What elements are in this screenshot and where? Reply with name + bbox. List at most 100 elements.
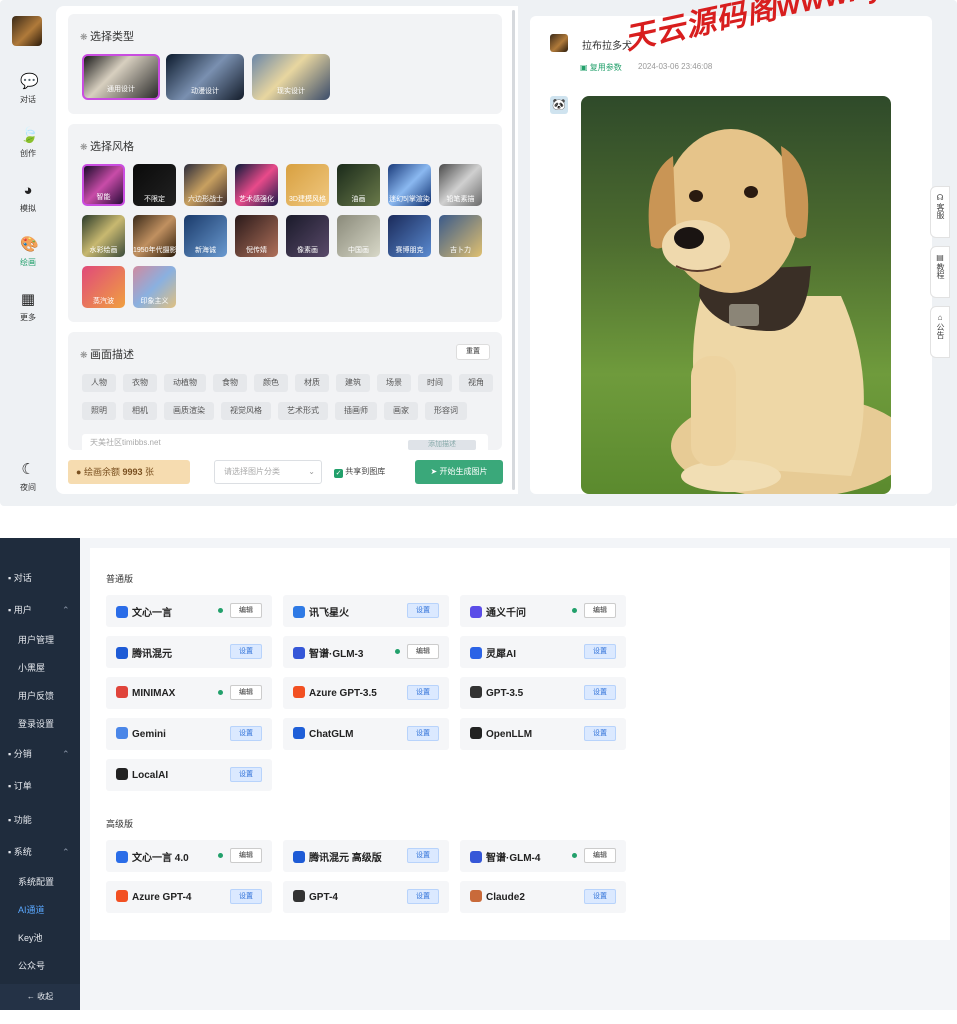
settings-button[interactable]: 设置 xyxy=(584,685,616,700)
description-tag[interactable]: 照明 xyxy=(82,402,116,420)
generate-image-button[interactable]: ➤ 开始生成图片 xyxy=(415,460,503,484)
description-tag[interactable]: 衣物 xyxy=(123,374,157,392)
customer-service-tab[interactable]: ☊ 客服 xyxy=(930,186,950,238)
edit-button[interactable]: 编辑 xyxy=(407,644,439,659)
settings-button[interactable]: 设置 xyxy=(407,685,439,700)
type-card-real[interactable]: 现实设计 xyxy=(252,54,330,100)
admin-nav-item[interactable]: 公众号 xyxy=(18,958,45,974)
admin-nav-item[interactable]: ▪ 系统 ⌃ xyxy=(8,844,70,860)
nav-create[interactable]: 🍃 创作 xyxy=(0,128,56,159)
settings-button[interactable]: 设置 xyxy=(584,889,616,904)
description-tag[interactable]: 画家 xyxy=(384,402,418,420)
type-card-anime[interactable]: 动漫设计 xyxy=(166,54,244,100)
admin-nav-item[interactable]: ▪ 对话 xyxy=(8,570,32,586)
description-tag[interactable]: 艺术形式 xyxy=(278,402,328,420)
admin-nav-item[interactable]: 系统配置 xyxy=(18,874,54,890)
style-card[interactable]: 赛博朋克 xyxy=(388,215,431,257)
style-card[interactable]: 不限定 xyxy=(133,164,176,206)
user-avatar[interactable] xyxy=(12,16,42,46)
settings-button[interactable]: 设置 xyxy=(230,767,262,782)
description-tag[interactable]: 时间 xyxy=(418,374,452,392)
style-card[interactable]: 3D建模风格 xyxy=(286,164,329,206)
nav-more[interactable]: ▦ 更多 xyxy=(0,292,56,323)
style-card[interactable]: 吉卜力 xyxy=(439,215,482,257)
description-tag[interactable]: 视角 xyxy=(459,374,493,392)
status-dot xyxy=(572,853,577,858)
style-card[interactable]: 新海诚 xyxy=(184,215,227,257)
admin-nav-item[interactable]: 小黑屋 xyxy=(18,660,45,676)
admin-nav-item[interactable]: 登录设置 xyxy=(18,716,54,732)
description-tag[interactable]: 视觉风格 xyxy=(221,402,271,420)
description-tag[interactable]: 形容词 xyxy=(425,402,467,420)
model-name: GPT-4 xyxy=(293,890,338,903)
settings-button[interactable]: 设置 xyxy=(230,644,262,659)
category-select[interactable]: 请选择图片分类 ⌄ xyxy=(214,460,322,484)
description-tag[interactable]: 相机 xyxy=(123,402,157,420)
reuse-params-link[interactable]: ▣ 复用参数 xyxy=(580,62,622,73)
nav-night-mode[interactable]: ☾ 夜间 xyxy=(0,462,56,493)
style-card[interactable]: 水彩绘画 xyxy=(82,215,125,257)
admin-nav-item[interactable]: ▪ 用户 ⌃ xyxy=(8,602,70,618)
style-card[interactable]: 智能 xyxy=(82,164,125,206)
collapse-button[interactable]: ← 收起 xyxy=(0,984,80,1010)
settings-button[interactable]: 设置 xyxy=(407,889,439,904)
style-section: 选择风格 智能不限定六边形战士艺术感强化3D建模风格油画迷幻5|掌渲染铅笔素描水… xyxy=(68,124,502,322)
edit-button[interactable]: 编辑 xyxy=(230,848,262,863)
admin-sidebar: ▪ 对话 ▪ 用户 ⌃ 用户管理小黑屋用户反馈登录设置 ▪ 分销 ⌃ ▪ 订单 ▪ 功能 ▪… xyxy=(0,538,80,1010)
nav-simulate[interactable]: ◕ 模拟 xyxy=(0,183,56,214)
edit-button[interactable]: 编辑 xyxy=(584,603,616,618)
style-card[interactable]: 中国画 xyxy=(337,215,380,257)
style-card[interactable]: 蒸汽波 xyxy=(82,266,125,308)
reset-button[interactable]: 重置 xyxy=(456,344,490,360)
model-logo-icon xyxy=(116,686,128,698)
tutorial-tab[interactable]: ▤ 教程 xyxy=(930,246,950,298)
announcement-tab[interactable]: ⌂ 公告 xyxy=(930,306,950,358)
description-tag[interactable]: 画质渲染 xyxy=(164,402,214,420)
admin-nav-item[interactable]: ▪ 订单 xyxy=(8,778,32,794)
edit-button[interactable]: 编辑 xyxy=(230,685,262,700)
admin-nav-item[interactable]: ▪ 分销 ⌃ xyxy=(8,746,70,762)
style-card[interactable]: 艺术感强化 xyxy=(235,164,278,206)
settings-button[interactable]: 设置 xyxy=(584,644,616,659)
nav-draw[interactable]: 🎨 绘画 xyxy=(0,237,56,268)
edit-button[interactable]: 编辑 xyxy=(584,848,616,863)
style-card[interactable]: 像素画 xyxy=(286,215,329,257)
admin-nav-item[interactable]: ▪ 功能 xyxy=(8,812,32,828)
generated-dog-image[interactable] xyxy=(581,96,891,494)
send-icon: ➤ xyxy=(430,467,438,476)
description-input[interactable]: 天美社区timibbs.net 添加描述 xyxy=(82,434,488,450)
description-tag[interactable]: 插画师 xyxy=(335,402,377,420)
settings-button[interactable]: 设置 xyxy=(584,726,616,741)
style-card[interactable]: 六边形战士 xyxy=(184,164,227,206)
description-tag[interactable]: 建筑 xyxy=(336,374,370,392)
settings-button[interactable]: 设置 xyxy=(407,848,439,863)
style-card[interactable]: 油画 xyxy=(337,164,380,206)
style-card[interactable]: 倪传婧 xyxy=(235,215,278,257)
settings-button[interactable]: 设置 xyxy=(407,726,439,741)
style-card[interactable]: 1950年代摄影 xyxy=(133,215,176,257)
model-name: 文心一言 4.0 xyxy=(116,849,189,864)
admin-nav-item[interactable]: 用户管理 xyxy=(18,632,54,648)
settings-button[interactable]: 设置 xyxy=(407,603,439,618)
style-card[interactable]: 铅笔素描 xyxy=(439,164,482,206)
description-tag[interactable]: 颜色 xyxy=(254,374,288,392)
check-icon: ✓ xyxy=(334,469,343,478)
settings-button[interactable]: 设置 xyxy=(230,889,262,904)
admin-nav-item[interactable]: 用户反馈 xyxy=(18,688,54,704)
settings-button[interactable]: 设置 xyxy=(230,726,262,741)
style-card[interactable]: 印象主义 xyxy=(133,266,176,308)
description-tag[interactable]: 动植物 xyxy=(164,374,206,392)
panel-scrollbar[interactable] xyxy=(512,10,515,490)
nav-chat[interactable]: 💬 对话 xyxy=(0,74,56,105)
edit-button[interactable]: 编辑 xyxy=(230,603,262,618)
share-checkbox[interactable]: ✓ 共享到图库 xyxy=(334,466,385,478)
admin-nav-item[interactable]: AI通道 xyxy=(18,902,45,918)
add-description-button[interactable]: 添加描述 xyxy=(408,440,476,450)
description-tag[interactable]: 人物 xyxy=(82,374,116,392)
description-tag[interactable]: 场景 xyxy=(377,374,411,392)
description-tag[interactable]: 食物 xyxy=(213,374,247,392)
type-card-general[interactable]: 通用设计 xyxy=(82,54,160,100)
style-card[interactable]: 迷幻5|掌渲染 xyxy=(388,164,431,206)
description-tag[interactable]: 材质 xyxy=(295,374,329,392)
admin-nav-item[interactable]: Key池 xyxy=(18,930,43,946)
